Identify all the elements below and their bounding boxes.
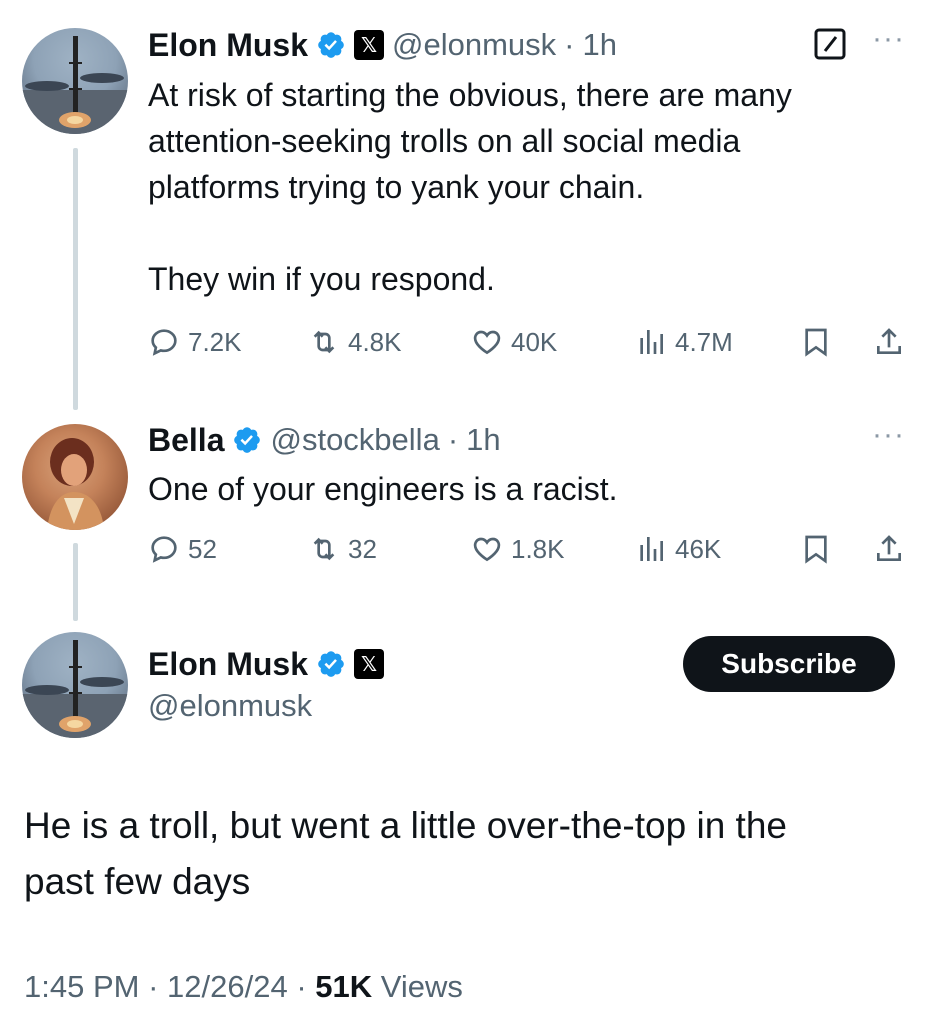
tweet-time[interactable]: 1h xyxy=(466,422,500,458)
tweet-text: At risk of starting the obvious, there a… xyxy=(148,72,908,302)
bookmark-icon[interactable] xyxy=(800,326,832,358)
author-handle[interactable]: @stockbella xyxy=(270,422,439,458)
separator-dot: · xyxy=(447,422,459,457)
tweet-text-line: past few days xyxy=(24,861,251,902)
views-count: 46K xyxy=(675,533,722,564)
repost-icon xyxy=(313,330,335,354)
thread-line xyxy=(73,543,78,621)
tweet-header: Elon Musk 𝕏 xyxy=(148,642,385,686)
tweet-text-line: attention-seeking trolls on all social m… xyxy=(148,123,741,159)
bella-avatar-image xyxy=(47,438,104,530)
separator-dot: · xyxy=(296,969,307,1004)
avatar[interactable] xyxy=(22,28,128,134)
tweet-text-line: They win if you respond. xyxy=(148,261,495,297)
repost-count: 32 xyxy=(348,533,377,564)
author-handle[interactable]: @elonmusk xyxy=(392,27,556,63)
action-bar: 52 32 1.8K 46K xyxy=(148,529,918,569)
heart-icon xyxy=(473,537,501,562)
tweet-text: One of your engineers is a racist. xyxy=(148,466,908,512)
tweet-text-line: At risk of starting the obvious, there a… xyxy=(148,77,792,113)
reply-icon xyxy=(151,329,177,356)
subscribe-button[interactable]: Subscribe xyxy=(683,636,895,692)
x-affiliate-badge-icon: 𝕏 xyxy=(354,649,385,679)
verified-badge-icon xyxy=(234,427,261,453)
verified-badge-icon xyxy=(318,32,344,58)
reply-button[interactable]: 52 xyxy=(148,529,217,569)
like-button[interactable]: 40K xyxy=(471,322,557,362)
repost-button[interactable]: 32 xyxy=(308,529,377,569)
reply-button[interactable]: 7.2K xyxy=(148,322,242,362)
views-label: Views xyxy=(380,969,463,1004)
author-name[interactable]: Elon Musk xyxy=(148,27,308,64)
author-handle[interactable]: @elonmusk xyxy=(148,688,312,724)
repost-icon xyxy=(313,537,335,561)
separator-dot: · xyxy=(148,969,159,1004)
tweet-text-line: He is a troll, but went a little over-th… xyxy=(24,805,787,846)
like-count: 1.8K xyxy=(511,533,565,564)
tweet-time[interactable]: 1h xyxy=(583,27,617,63)
like-count: 40K xyxy=(511,326,558,357)
repost-button[interactable]: 4.8K xyxy=(308,322,402,362)
views-count: 4.7M xyxy=(675,326,733,357)
edit-icon[interactable] xyxy=(813,27,847,61)
like-button[interactable]: 1.8K xyxy=(471,529,565,569)
tweet-text: He is a troll, but went a little over-th… xyxy=(24,798,914,910)
views-icon xyxy=(640,330,663,354)
reply-count: 7.2K xyxy=(188,326,242,357)
tweet-date[interactable]: 12/26/24 xyxy=(167,969,288,1004)
tweet-header: Bella @stockbella · 1h xyxy=(148,419,501,461)
share-icon[interactable] xyxy=(873,533,905,565)
views-count: 51K xyxy=(315,969,373,1004)
share-icon[interactable] xyxy=(873,326,905,358)
action-bar: 7.2K 4.8K 40K 4.7M xyxy=(148,322,918,362)
separator-dot: · xyxy=(564,27,575,62)
x-affiliate-badge-icon: 𝕏 xyxy=(354,30,385,60)
author-name[interactable]: Bella xyxy=(148,422,224,459)
views-button[interactable]: 46K xyxy=(635,529,721,569)
rocket-avatar-image xyxy=(22,36,128,134)
tweet-text-line: platforms trying to yank your chain. xyxy=(148,169,645,205)
views-button[interactable]: 4.7M xyxy=(635,322,733,362)
tweet-meta: 1:45 PM · 12/26/24 · 51K Views xyxy=(24,969,463,1005)
author-name[interactable]: Elon Musk xyxy=(148,646,308,683)
views-icon xyxy=(640,537,663,561)
tweet-text-line: One of your engineers is a racist. xyxy=(148,471,618,507)
reply-count: 52 xyxy=(188,533,217,564)
reply-icon xyxy=(151,536,177,563)
avatar[interactable] xyxy=(22,632,128,738)
more-icon[interactable]: ··· xyxy=(872,418,905,452)
thread-line xyxy=(73,148,78,410)
verified-badge-icon xyxy=(318,651,344,677)
tweet-header: Elon Musk 𝕏 @elonmusk · 1h xyxy=(148,24,617,66)
avatar[interactable] xyxy=(22,424,128,530)
bookmark-icon[interactable] xyxy=(800,533,832,565)
heart-icon xyxy=(473,330,501,355)
tweet-time[interactable]: 1:45 PM xyxy=(24,969,139,1004)
more-icon[interactable]: ··· xyxy=(872,22,905,56)
repost-count: 4.8K xyxy=(348,326,402,357)
rocket-avatar-image xyxy=(22,640,128,738)
